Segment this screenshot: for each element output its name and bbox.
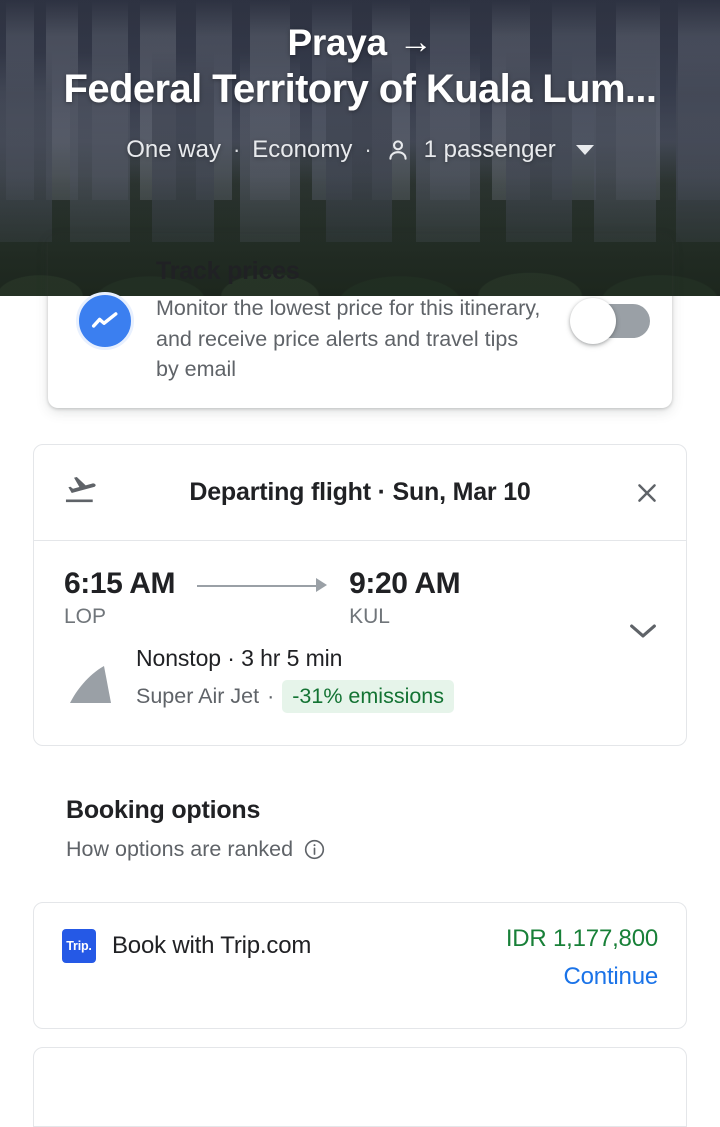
flight-detail-row: Nonstop · 3 hr 5 min Super Air Jet · -31… [64, 645, 660, 714]
info-icon[interactable] [303, 838, 326, 861]
airline-tail-icon [64, 645, 120, 714]
cabin-class-label[interactable]: Economy [252, 136, 352, 164]
offer-provider: Trip. Book with Trip.com [62, 925, 311, 963]
continue-link[interactable]: Continue [506, 963, 659, 991]
flight-header-title: Departing flight · Sun, Mar 10 [189, 478, 531, 506]
departing-flight-card[interactable]: Departing flight · Sun, Mar 10 6:15 AM L… [33, 444, 687, 746]
track-prices-text: Track prices Monitor the lowest price fo… [156, 257, 546, 385]
passenger-count-label[interactable]: 1 passenger [424, 136, 556, 164]
flight-times-row: 6:15 AM LOP 9:20 AM KUL [64, 567, 660, 629]
meta-separator-1: · [232, 137, 241, 163]
track-prices-toggle[interactable] [570, 298, 650, 344]
route-origin-row[interactable]: Praya → [0, 22, 720, 63]
close-icon[interactable] [630, 479, 664, 507]
route-arrow-icon [197, 570, 328, 600]
flight-card-header: Departing flight · Sun, Mar 10 [34, 445, 686, 541]
trip-options-row[interactable]: One way · Economy · 1 passenger [0, 136, 720, 164]
how-options-ranked-row[interactable]: How options are ranked [66, 837, 666, 862]
trip-type-label[interactable]: One way [126, 136, 221, 164]
route-arrow-icon: → [398, 23, 433, 61]
toggle-knob[interactable] [570, 298, 616, 344]
airline-name: Super Air Jet [136, 683, 260, 708]
airline-row: Super Air Jet · -31% emissions [136, 680, 660, 713]
arrival-time: 9:20 AM [349, 567, 461, 600]
hero-content: Praya → Federal Territory of Kuala Lum...… [0, 0, 720, 164]
flight-takeoff-icon [60, 474, 104, 512]
emissions-badge: -31% emissions [282, 680, 455, 713]
airline-separator: · [267, 683, 275, 708]
booking-offer-row[interactable]: Trip. Book with Trip.com IDR 1,177,800 C… [33, 902, 687, 1029]
offer-price-action: IDR 1,177,800 Continue [506, 925, 658, 991]
next-booking-offer-row[interactable] [33, 1047, 687, 1127]
departure-airport-code: LOP [64, 605, 107, 628]
price-trend-icon [76, 292, 134, 350]
arrival-block: 9:20 AM KUL [349, 567, 461, 629]
stops-and-duration: Nonstop · 3 hr 5 min [136, 645, 343, 671]
how-options-ranked-label: How options are ranked [66, 837, 294, 861]
track-prices-description: Monitor the lowest price for this itiner… [156, 296, 541, 382]
arrival-airport-code: KUL [349, 605, 390, 628]
departure-time: 6:15 AM [64, 567, 176, 600]
offer-price: IDR 1,177,800 [505, 925, 658, 952]
flight-detail-text: Nonstop · 3 hr 5 min Super Air Jet · -31… [136, 645, 660, 713]
track-prices-title: Track prices [156, 257, 300, 286]
origin-label: Praya [287, 22, 387, 63]
offer-provider-name: Book with Trip.com [112, 932, 312, 959]
person-icon [384, 136, 412, 164]
trip-com-logo-icon: Trip. [62, 929, 96, 963]
booking-options-title: Booking options [66, 796, 261, 824]
meta-separator-2: · [364, 137, 372, 163]
booking-options-section: Booking options How options are ranked [66, 796, 666, 862]
departure-block: 6:15 AM LOP [64, 567, 176, 629]
caret-down-icon[interactable] [575, 145, 594, 156]
track-prices-card[interactable]: Track prices Monitor the lowest price fo… [48, 234, 672, 408]
destination-label[interactable]: Federal Territory of Kuala Lum... [0, 67, 720, 112]
flight-card-body: 6:15 AM LOP 9:20 AM KUL Nonstop · 3 hr 5… [34, 541, 686, 745]
chevron-down-icon[interactable] [626, 619, 660, 648]
